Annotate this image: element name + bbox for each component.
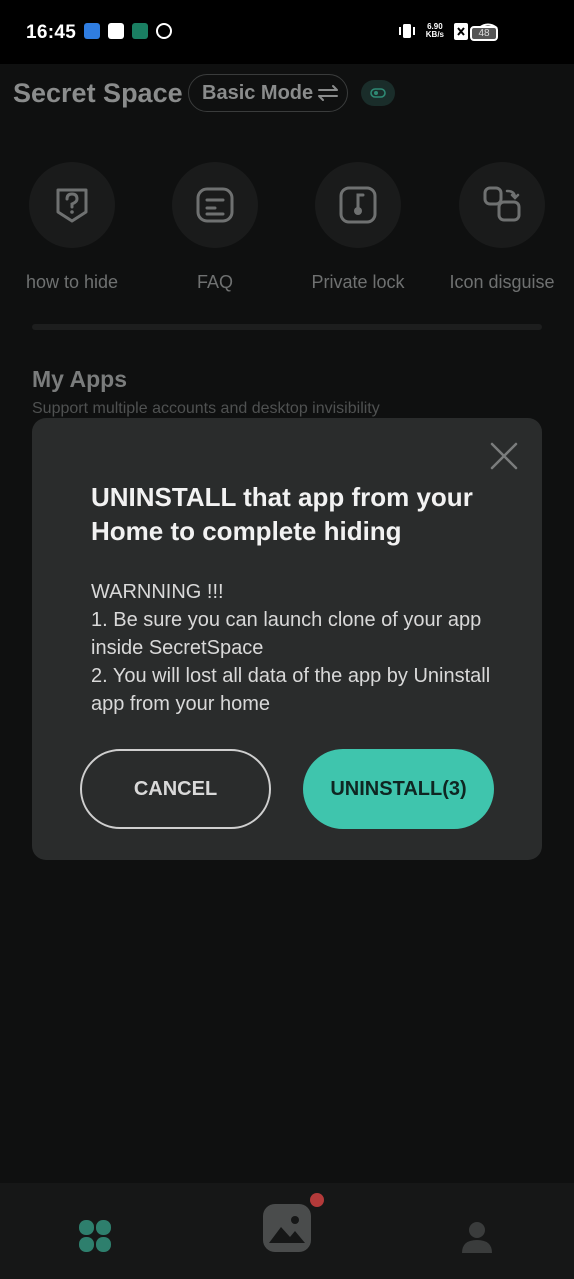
feature-label: FAQ: [196, 272, 233, 292]
no-sim-icon: [454, 22, 468, 40]
notification-icons: [84, 23, 172, 39]
nav-profile[interactable]: [452, 1211, 502, 1261]
mode-badge[interactable]: [361, 80, 395, 106]
dialog-warning: WARNNING !!!: [91, 581, 224, 603]
notification-dot: [310, 1193, 324, 1207]
feature-label: how to hide: [25, 272, 119, 292]
page-title: Secret Space: [13, 78, 183, 108]
uninstall-dialog: UNINSTALL that app from your Home to com…: [32, 418, 542, 860]
person-icon: [462, 1222, 492, 1253]
vibrate-icon: [398, 24, 415, 38]
app-notification-icon: [84, 23, 100, 39]
dialog-title: UNINSTALL that app from your Home to com…: [91, 482, 473, 546]
feature-private-lock[interactable]: Private lock: [298, 162, 418, 293]
status-time: 16:45: [26, 22, 77, 43]
divider: [32, 324, 542, 330]
mail-notification-icon: [108, 23, 124, 39]
disguise-icon: [483, 186, 521, 222]
uninstall-button[interactable]: UNINSTALL(3): [303, 749, 494, 829]
feature-faq[interactable]: FAQ: [155, 162, 275, 293]
dialog-body: WARNNING !!! 1. Be sure you can launch c…: [91, 578, 511, 718]
question-icon: [56, 188, 88, 223]
feature-circle: [459, 162, 545, 248]
gallery-icon: [263, 1204, 311, 1252]
link-notification-icon: [156, 23, 172, 39]
net-speed-unit: KB/s: [425, 30, 444, 39]
status-bar: 16:45 6.90 KB/s 48: [0, 0, 574, 64]
net-speed: 6.90 KB/s: [426, 23, 444, 39]
feature-circle: [29, 162, 115, 248]
battery-icon: 48: [470, 26, 498, 41]
feature-circle: [315, 162, 401, 248]
swap-icon: [318, 85, 339, 101]
feature-label: Private lock: [311, 272, 405, 292]
bottom-nav: [0, 1183, 574, 1279]
feature-icon-disguise[interactable]: Icon disguise: [442, 162, 562, 293]
dialog-step-2: 2. You will lost all data of the app by …: [91, 665, 491, 715]
nav-apps[interactable]: [70, 1211, 120, 1261]
feature-circle: [172, 162, 258, 248]
lock-icon: [339, 186, 377, 224]
mode-label: Basic Mode: [202, 81, 314, 104]
feature-how-to-hide[interactable]: how to hide: [12, 162, 132, 293]
faq-icon: [196, 187, 234, 223]
store-notification-icon: [132, 23, 148, 39]
feature-label: Icon disguise: [449, 272, 555, 292]
switch-badge-icon: [370, 88, 386, 98]
dialog-step-1: 1. Be sure you can launch clone of your …: [91, 609, 482, 659]
clover-icon: [79, 1220, 111, 1252]
my-apps-subtitle: Support multiple accounts and desktop in…: [32, 400, 380, 417]
my-apps-heading: My Apps: [32, 366, 127, 392]
cancel-button[interactable]: CANCEL: [80, 749, 271, 829]
nav-gallery[interactable]: [262, 1203, 312, 1253]
close-icon[interactable]: [488, 440, 520, 472]
mode-switch-button[interactable]: Basic Mode: [188, 74, 348, 112]
